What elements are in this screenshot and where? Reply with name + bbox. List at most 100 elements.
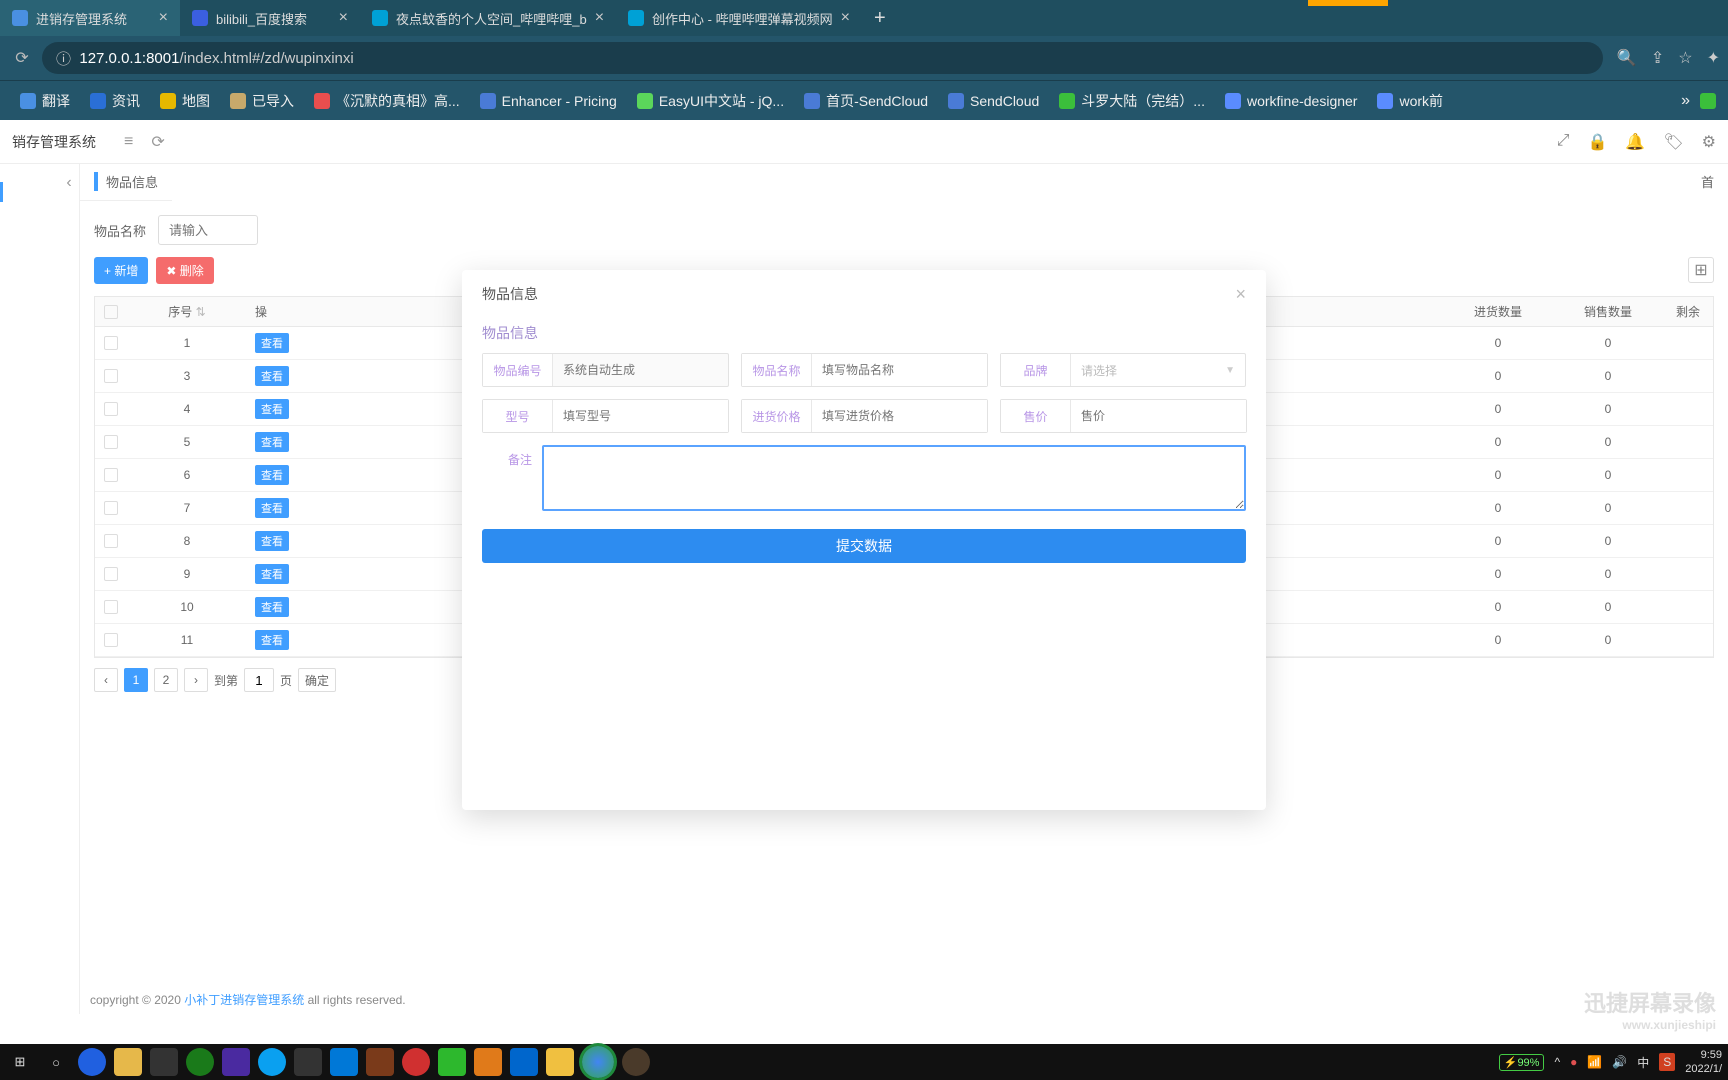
code-input[interactable]: [553, 354, 728, 386]
url-input[interactable]: ⓘ 127.0.0.1:8001/index.html#/zd/wupinxin…: [42, 42, 1603, 74]
bookmark-item[interactable]: 资讯: [82, 87, 148, 115]
tab-3[interactable]: 创作中心 - 哔哩哔哩弹幕视频网 ×: [616, 0, 862, 36]
address-bar: ⟳ ⓘ 127.0.0.1:8001/index.html#/zd/wupinx…: [0, 36, 1728, 80]
bookmark-overflow[interactable]: »: [1675, 92, 1696, 110]
favicon-icon: [628, 10, 644, 26]
favicon-icon: [372, 10, 388, 26]
field-brand[interactable]: 品牌 请选择 ▼: [1000, 353, 1246, 387]
name-input[interactable]: [812, 354, 987, 386]
bookmark-icon: [804, 93, 820, 109]
vivaldi-icon[interactable]: [402, 1048, 430, 1076]
new-tab-button[interactable]: +: [862, 7, 898, 30]
tab-0[interactable]: 进销存管理系统 ×: [0, 0, 180, 36]
app-icon[interactable]: [546, 1048, 574, 1076]
field-label: 进货价格: [742, 400, 812, 432]
zoom-icon[interactable]: 🔍: [1617, 48, 1637, 68]
bookmark-item[interactable]: EasyUI中文站 - jQ...: [629, 87, 792, 115]
wechat-icon[interactable]: [438, 1048, 466, 1076]
close-icon[interactable]: ×: [339, 9, 348, 27]
close-icon[interactable]: ×: [841, 9, 850, 27]
bookmark-item[interactable]: 已导入: [222, 87, 302, 115]
bookmark-item[interactable]: 《沉默的真相》高...: [306, 87, 468, 115]
model-input[interactable]: [553, 400, 728, 432]
store-icon[interactable]: [150, 1048, 178, 1076]
app-icon[interactable]: [222, 1048, 250, 1076]
reading-list-icon[interactable]: [1700, 93, 1716, 109]
collapse-icon[interactable]: ≡: [124, 133, 133, 151]
tab-1[interactable]: bilibili_百度搜索 ×: [180, 0, 360, 36]
field-label: 物品编号: [483, 354, 553, 386]
top-icons: ⤢ 🔒 🔔 🏷 ⚙: [1557, 132, 1716, 152]
bell-icon[interactable]: 🔔: [1625, 132, 1645, 152]
modal-mask: 物品信息 × 物品信息 物品编号 物品名称 品牌: [0, 240, 1728, 1008]
star-icon[interactable]: ☆: [1678, 48, 1692, 68]
page-tab[interactable]: 物品信息: [94, 172, 158, 191]
tray-chevron-icon[interactable]: ^: [1554, 1055, 1560, 1069]
chrome-icon[interactable]: [582, 1046, 614, 1078]
inprice-input[interactable]: [812, 400, 987, 432]
app-icon[interactable]: [622, 1048, 650, 1076]
extension-icon[interactable]: ✦: [1707, 48, 1720, 68]
brand-select[interactable]: 请选择 ▼: [1071, 354, 1245, 386]
bookmark-item[interactable]: 斗罗大陆（完结）...: [1051, 87, 1213, 115]
battery-status[interactable]: ⚡99%: [1499, 1054, 1545, 1071]
refresh-icon[interactable]: ⟳: [151, 132, 164, 152]
remark-textarea[interactable]: [542, 445, 1246, 511]
bookmark-icon: [1225, 93, 1241, 109]
price-input[interactable]: [1071, 400, 1246, 432]
edge-icon[interactable]: [330, 1048, 358, 1076]
reload-button[interactable]: ⟳: [8, 44, 36, 72]
app-icon[interactable]: [510, 1048, 538, 1076]
fullscreen-icon[interactable]: ⤢: [1557, 132, 1570, 152]
clock[interactable]: 9:59 2022/1/: [1685, 1048, 1722, 1076]
ime-app-icon[interactable]: S: [1659, 1053, 1675, 1071]
lock-icon[interactable]: 🔒: [1588, 132, 1608, 152]
bookmark-bar: 翻译 资讯 地图 已导入 《沉默的真相》高... Enhancer - Pric…: [0, 80, 1728, 120]
volume-icon[interactable]: 🔊: [1612, 1055, 1627, 1069]
bookmark-icon: [637, 93, 653, 109]
bookmark-item[interactable]: 翻译: [12, 87, 78, 115]
chevron-left-icon[interactable]: ‹: [59, 174, 79, 192]
gear-icon[interactable]: ⚙: [1702, 132, 1716, 152]
close-icon[interactable]: ×: [159, 9, 168, 27]
favicon-icon: [192, 10, 208, 26]
bookmark-icon: [1377, 93, 1393, 109]
tab-2[interactable]: 夜点蚊香的个人空间_哔哩哔哩_b ×: [360, 0, 616, 36]
footer-link[interactable]: 小补丁进销存管理系统: [184, 993, 304, 1007]
start-button[interactable]: ⊞: [6, 1048, 34, 1076]
bookmark-item[interactable]: 地图: [152, 87, 218, 115]
taskbar: ⊞ ○ ⚡99% ^ ● 📶 🔊 中 S 9:59 2022/1/: [0, 1044, 1728, 1080]
submit-button[interactable]: 提交数据: [482, 529, 1246, 563]
explorer-icon[interactable]: [114, 1048, 142, 1076]
bookmark-icon: [480, 93, 496, 109]
tag-icon[interactable]: 🏷: [1663, 132, 1683, 152]
app-icon[interactable]: [186, 1048, 214, 1076]
network-icon[interactable]: 📶: [1587, 1055, 1602, 1069]
field-price: 售价: [1000, 399, 1247, 433]
app-title: 销存管理系统: [12, 132, 96, 152]
app-icon[interactable]: [78, 1048, 106, 1076]
app-icon[interactable]: [366, 1048, 394, 1076]
app-icon[interactable]: [474, 1048, 502, 1076]
field-name: 物品名称: [741, 353, 988, 387]
edge-old-icon[interactable]: [258, 1048, 286, 1076]
tray-app-icon[interactable]: ●: [1570, 1055, 1577, 1069]
cortana-icon[interactable]: ○: [42, 1048, 70, 1076]
close-icon[interactable]: ×: [1235, 284, 1246, 305]
modal-section: 物品信息: [482, 323, 1246, 353]
bookmark-item[interactable]: 首页-SendCloud: [796, 87, 936, 115]
browser-tabs: 进销存管理系统 × bilibili_百度搜索 × 夜点蚊香的个人空间_哔哩哔哩…: [0, 0, 1728, 36]
share-icon[interactable]: ⇪: [1651, 48, 1664, 68]
recorder-indicator: [1308, 0, 1388, 6]
app-icon[interactable]: [294, 1048, 322, 1076]
field-label: 型号: [483, 400, 553, 432]
bookmark-item[interactable]: workfine-designer: [1217, 89, 1366, 113]
tab-title: 夜点蚊香的个人空间_哔哩哔哩_b: [396, 9, 587, 28]
bookmark-icon: [90, 93, 106, 109]
bookmark-item[interactable]: work前: [1369, 87, 1451, 115]
bookmark-item[interactable]: Enhancer - Pricing: [472, 89, 625, 113]
ime-indicator[interactable]: 中: [1637, 1054, 1649, 1071]
bookmark-item[interactable]: SendCloud: [940, 89, 1047, 113]
right-link[interactable]: 首: [1687, 164, 1728, 201]
close-icon[interactable]: ×: [595, 9, 604, 27]
